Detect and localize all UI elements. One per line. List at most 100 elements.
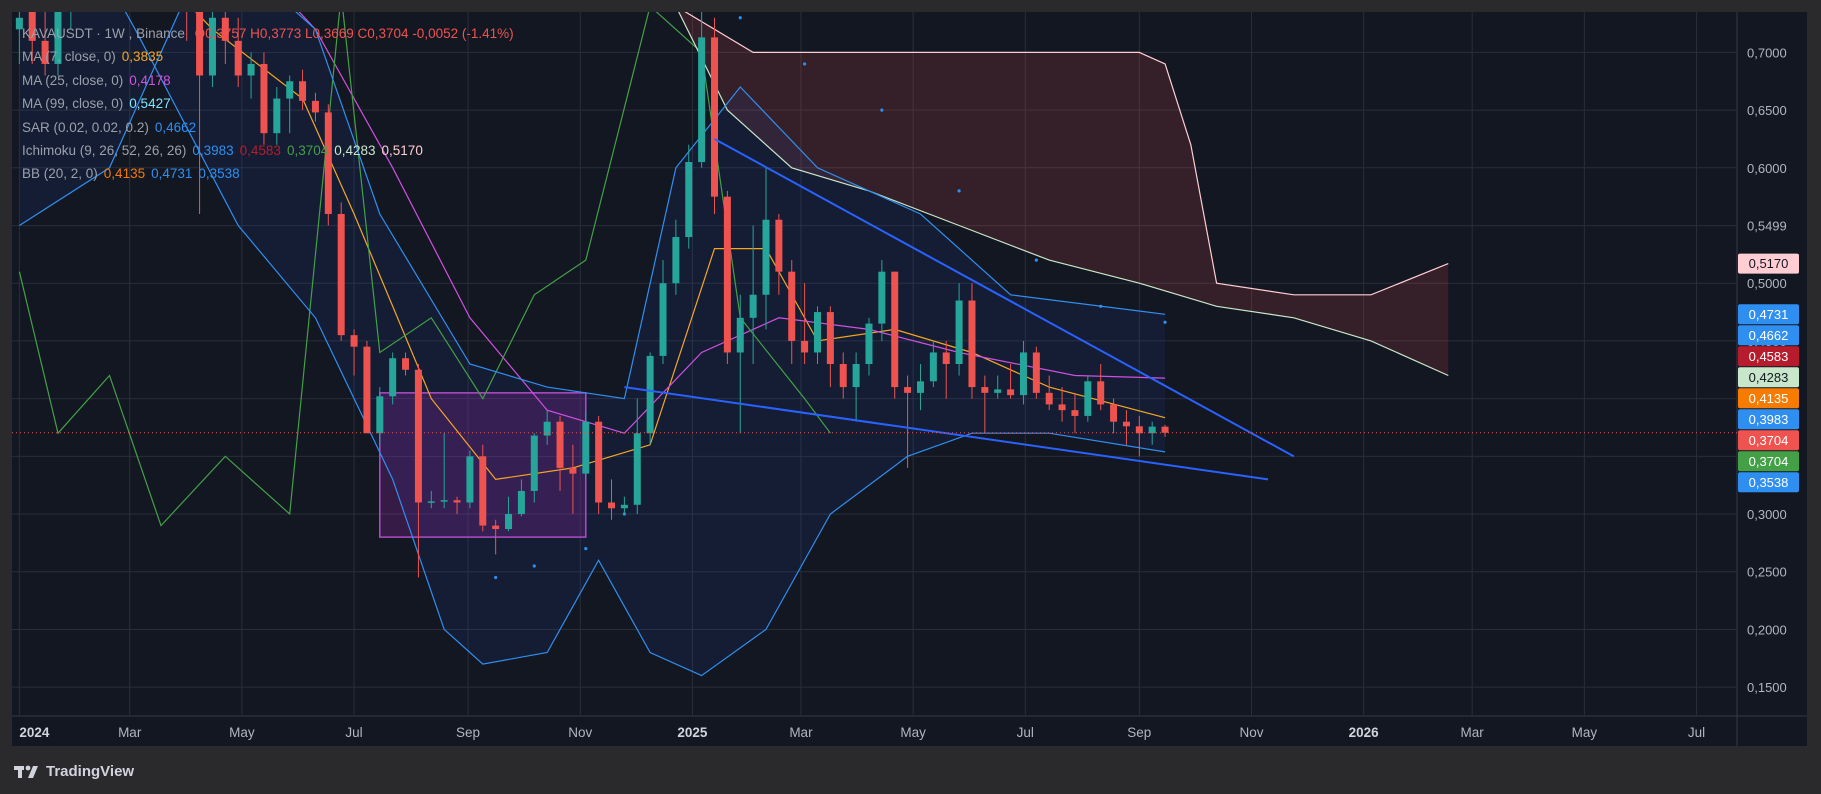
candle-body[interactable]	[904, 387, 912, 393]
candle-body[interactable]	[492, 525, 500, 530]
candle-body[interactable]	[685, 162, 693, 238]
candle-body[interactable]	[865, 323, 873, 364]
legend-value: 0,4178	[129, 72, 171, 88]
candle-body[interactable]	[1007, 389, 1015, 396]
price-label: 0,4583	[1749, 349, 1789, 364]
candle-body[interactable]	[608, 502, 616, 509]
x-tick-label: May	[900, 725, 926, 740]
candle-body[interactable]	[788, 271, 796, 341]
timeframe: 1W	[104, 26, 125, 41]
tradingview-brand[interactable]: TradingView	[14, 763, 134, 780]
sar-dot	[738, 16, 742, 20]
legend-label: SAR (0.02, 0.02, 0.2)	[22, 119, 149, 135]
x-tick-label: 2026	[1349, 725, 1380, 740]
candle-body[interactable]	[556, 421, 564, 468]
candle-body[interactable]	[878, 271, 886, 324]
legend-row[interactable]: MA (99, close, 0) 0,5427	[22, 92, 514, 115]
candle-body[interactable]	[505, 514, 513, 530]
candle-body[interactable]	[350, 335, 358, 347]
candle-body[interactable]	[852, 364, 860, 388]
candle-body[interactable]	[981, 387, 989, 393]
legend-value: 0,3538	[198, 166, 240, 182]
ohlc-values: O0,3757 H0,3773 L0,3669 C0,3704 -0,0052 …	[194, 26, 514, 41]
candle-body[interactable]	[440, 500, 448, 502]
symbol-line[interactable]: KAVAUSDT · 1W , Binance O0,3757 H0,3773 …	[22, 22, 514, 45]
legend-row[interactable]: SAR (0.02, 0.02, 0.2) 0,4662	[22, 116, 514, 139]
candle-body[interactable]	[801, 340, 809, 353]
legend-value: 0,5170	[381, 142, 423, 158]
candle-body[interactable]	[813, 312, 821, 353]
legend-value: 0,3835	[121, 49, 164, 65]
price-label: 0,4731	[1749, 307, 1789, 322]
candle-body[interactable]	[479, 456, 487, 526]
candle-body[interactable]	[723, 196, 731, 353]
candle-body[interactable]	[826, 312, 834, 364]
sar-dot	[1034, 258, 1038, 262]
candle-body[interactable]	[517, 490, 525, 515]
candle-body[interactable]	[620, 504, 628, 509]
candle-body[interactable]	[389, 358, 397, 397]
candle-body[interactable]	[929, 352, 937, 382]
candle-body[interactable]	[337, 213, 345, 336]
candle-body[interactable]	[955, 300, 963, 364]
candle-body[interactable]	[839, 364, 847, 388]
candle-body[interactable]	[569, 467, 577, 474]
candle-body[interactable]	[916, 381, 924, 393]
sar-dot	[1099, 304, 1103, 308]
candle-body[interactable]	[1161, 426, 1169, 433]
candle-body[interactable]	[672, 237, 680, 284]
candle-body[interactable]	[1135, 426, 1143, 434]
candle-body[interactable]	[1032, 352, 1040, 393]
candle-body[interactable]	[376, 396, 384, 434]
candle-body[interactable]	[363, 346, 371, 434]
candle-body[interactable]	[891, 271, 899, 388]
legend-row[interactable]: BB (20, 2, 0) 0,4135 0,4731 0,3538	[22, 162, 514, 185]
candle-body[interactable]	[1019, 352, 1027, 396]
price-label: 0,4135	[1749, 391, 1789, 406]
sar-dot	[957, 189, 961, 193]
price-label: 0,3538	[1749, 475, 1789, 490]
legend-label: Ichimoku (9, 26, 52, 26, 26)	[22, 142, 187, 158]
candle-body[interactable]	[749, 294, 757, 318]
candle-body[interactable]	[942, 352, 950, 364]
legend-value: 0,3704	[286, 142, 329, 158]
candle-body[interactable]	[659, 283, 667, 356]
candle-body[interactable]	[402, 358, 410, 370]
price-label: 0,4662	[1749, 328, 1789, 343]
candle-body[interactable]	[646, 355, 654, 434]
candle-body[interactable]	[1148, 426, 1156, 434]
candle-body[interactable]	[711, 37, 719, 197]
candle-body[interactable]	[595, 421, 603, 503]
candle-body[interactable]	[775, 219, 783, 272]
candle-body[interactable]	[762, 219, 770, 295]
legend-row[interactable]: Ichimoku (9, 26, 52, 26, 26) 0,3983 0,4583…	[22, 139, 514, 162]
price-label: 0,3983	[1749, 412, 1789, 427]
x-tick-label: Mar	[118, 725, 142, 740]
candle-body[interactable]	[1122, 421, 1130, 427]
candle-body[interactable]	[1110, 404, 1118, 422]
candle-body[interactable]	[530, 435, 538, 491]
candle-body[interactable]	[698, 37, 706, 163]
x-tick-label: Nov	[568, 725, 592, 740]
candle-body[interactable]	[582, 421, 590, 474]
sar-dot	[880, 108, 884, 112]
candle-body[interactable]	[543, 421, 551, 436]
legend-row[interactable]: MA (7, close, 0) 0,3835	[22, 45, 514, 68]
candle-body[interactable]	[736, 317, 744, 353]
x-tick-label: Jul	[1688, 725, 1705, 740]
candle-body[interactable]	[1071, 410, 1079, 416]
candle-body[interactable]	[414, 369, 422, 503]
candle-body[interactable]	[1045, 392, 1053, 405]
candle-body[interactable]	[994, 389, 1002, 393]
candle-body[interactable]	[466, 456, 474, 503]
candle-body[interactable]	[1058, 404, 1066, 411]
legend-row[interactable]: MA (25, close, 0) 0,4178	[22, 69, 514, 92]
candle-body[interactable]	[453, 500, 461, 503]
candle-body[interactable]	[1084, 381, 1092, 416]
candle-body[interactable]	[968, 300, 976, 388]
price-label: 0,4283	[1749, 370, 1789, 385]
candle-body[interactable]	[1097, 381, 1105, 405]
candle-body[interactable]	[633, 433, 641, 505]
candle-body[interactable]	[427, 501, 435, 503]
legend-value: 0,3983	[192, 142, 234, 158]
